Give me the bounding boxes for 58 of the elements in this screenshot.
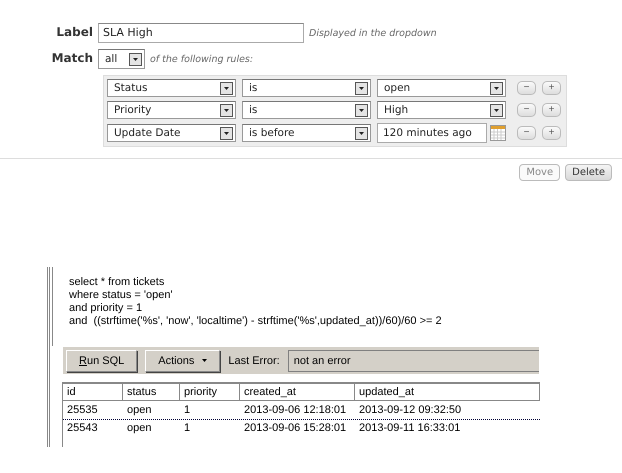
result-row[interactable]: 25543 open 1 2013-09-06 15:28:01 2013-09-11 16:33:01 (63, 420, 540, 438)
value-dropdown[interactable]: open (377, 79, 506, 97)
label-input-field[interactable]: SLA High (98, 23, 304, 43)
operator-dropdown[interactable]: is before (242, 124, 371, 142)
run-sql-button[interactable]: Run SQL (66, 350, 138, 372)
table-cell-text: 2013-09-06 15:28:01 (243, 421, 348, 436)
field-dropdown[interactable]: Priority (107, 101, 236, 119)
dropdown-caret-icon[interactable] (355, 126, 368, 140)
last-error-field: not an error (288, 350, 539, 372)
value-dropdown[interactable]: High (377, 101, 506, 119)
column-header[interactable]: id (63, 384, 123, 401)
action-button[interactable]: Delete (565, 164, 612, 181)
date-input-field[interactable]: 120 minutes ago (377, 123, 487, 143)
table-cell-text: 2013-09-11 16:33:01 (358, 421, 462, 436)
column-header[interactable]: created_at (240, 384, 355, 401)
last-error-label: Last Error: (228, 354, 280, 366)
actions-button[interactable]: Actions (145, 350, 220, 372)
add-rule-button[interactable]: + (542, 81, 561, 95)
dropdown-caret-icon[interactable] (220, 126, 233, 140)
calendar-icon[interactable] (490, 124, 506, 142)
column-header[interactable]: priority (180, 384, 240, 401)
query-line: select * from tickets (69, 276, 166, 289)
remove-rule-button[interactable]: − (517, 126, 536, 140)
field-dropdown[interactable]: Status (107, 79, 236, 97)
dropdown-caret-icon[interactable] (355, 104, 368, 116)
query-line: and ((strftime('%s', 'now', 'localtime') - strftime('%s',updated_at))/60)/60 >= 2 (69, 315, 443, 328)
field-dropdown[interactable]: Update Date (107, 124, 236, 142)
dropdown-caret-icon[interactable] (490, 104, 503, 116)
remove-rule-button[interactable]: − (517, 81, 536, 95)
table-cell-text: 1 (183, 403, 192, 418)
dropdown-caret-icon[interactable] (220, 82, 233, 94)
table-cell-text: open (126, 421, 152, 436)
table-cell-text: 25535 (66, 403, 99, 418)
operator-dropdown[interactable]: is (242, 101, 371, 119)
dropdown-caret-icon[interactable] (129, 52, 142, 66)
result-row[interactable]: 25535 open 1 2013-09-06 12:18:01 2013-09-12 09:32:50 (63, 402, 540, 420)
match-dropdown[interactable]: all (98, 49, 145, 69)
remove-rule-button[interactable]: − (517, 103, 536, 117)
table-cell-text: 2013-09-12 09:32:50 (358, 403, 462, 418)
column-header[interactable]: updated_at (355, 384, 540, 401)
add-rule-button[interactable]: + (542, 103, 561, 117)
label-hint: Displayed in the dropdown (309, 27, 437, 39)
label-caption: Label (55, 24, 93, 39)
table-cell-text: 1 (183, 421, 192, 436)
caret-icon (202, 359, 208, 362)
dropdown-caret-icon[interactable] (355, 82, 368, 94)
match-suffix: of the following rules: (150, 53, 254, 65)
query-line: where status = 'open' (69, 289, 174, 302)
column-header[interactable]: status (123, 384, 180, 401)
query-line: and priority = 1 (69, 302, 144, 315)
table-cell-text: 2013-09-06 12:18:01 (243, 403, 348, 418)
table-cell-text: open (126, 403, 152, 418)
operator-dropdown[interactable]: is (242, 79, 371, 97)
add-rule-button[interactable]: + (542, 126, 561, 140)
match-caption: Match (50, 50, 93, 65)
table-cell-text: 25543 (66, 421, 99, 436)
dropdown-caret-icon[interactable] (490, 82, 503, 94)
dropdown-caret-icon[interactable] (220, 104, 233, 116)
